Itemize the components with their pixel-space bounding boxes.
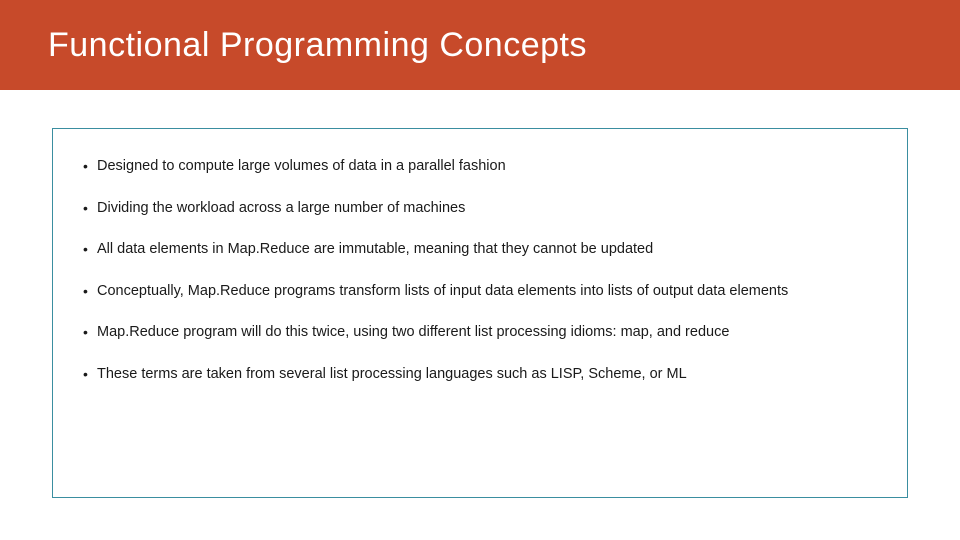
content-box: Designed to compute large volumes of dat… — [52, 128, 908, 498]
list-item: Designed to compute large volumes of dat… — [83, 157, 877, 177]
list-item: All data elements in Map.Reduce are immu… — [83, 240, 877, 260]
list-item: Map.Reduce program will do this twice, u… — [83, 323, 877, 343]
list-item: Dividing the workload across a large num… — [83, 199, 877, 219]
bullet-list: Designed to compute large volumes of dat… — [83, 157, 877, 384]
title-bar: Functional Programming Concepts — [0, 0, 960, 90]
list-item: These terms are taken from several list … — [83, 365, 877, 385]
slide-title: Functional Programming Concepts — [48, 26, 587, 65]
list-item: Conceptually, Map.Reduce programs transf… — [83, 282, 877, 302]
